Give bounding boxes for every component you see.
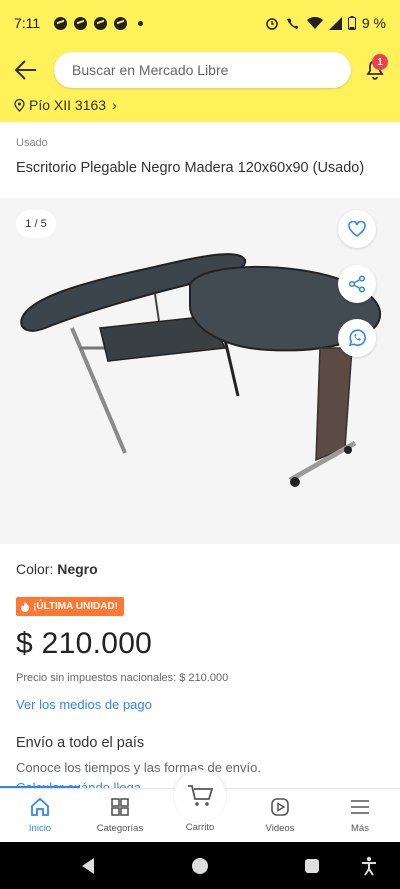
nav-home[interactable]: Inicio <box>0 789 80 843</box>
messenger-icon <box>114 16 128 30</box>
share-button[interactable] <box>338 265 376 303</box>
location-pin-icon <box>14 98 25 112</box>
product-title: Escritorio Plegable Negro Madera 120x60x… <box>16 160 365 176</box>
nav-active-indicator <box>0 786 80 788</box>
color-label: Color: <box>16 561 58 577</box>
alarm-icon <box>266 18 278 30</box>
cart-icon <box>188 785 214 806</box>
shipping-title: Envío a todo el país <box>16 735 145 751</box>
payment-methods-link[interactable]: Ver los medios de pago <box>16 697 152 712</box>
signal-icon <box>328 16 342 30</box>
badge-text: ¡ÚLTIMA UNIDAD! <box>33 601 118 612</box>
system-home-icon[interactable] <box>192 858 208 874</box>
item-condition: Usado <box>16 137 48 149</box>
nav-cart[interactable] <box>174 770 226 822</box>
last-unit-badge: ¡ÚLTIMA UNIDAD! <box>16 597 124 616</box>
search-row: Buscar en Mercado Libre <box>0 52 400 88</box>
more-notifications-dot-icon <box>138 20 144 26</box>
search-input[interactable]: Buscar en Mercado Libre <box>54 52 351 88</box>
favorite-button[interactable] <box>338 210 376 248</box>
nav-videos-label: Videos <box>265 823 295 834</box>
whatsapp-share-button[interactable] <box>338 319 376 357</box>
grid-icon <box>111 798 129 816</box>
home-icon <box>31 797 49 816</box>
battery-icon <box>347 16 356 30</box>
tax-note: Precio sin impuestos nacionales: $ 210.0… <box>16 672 229 684</box>
color-value: Negro <box>57 561 98 577</box>
nav-categories-label: Categorías <box>96 823 144 834</box>
nav-cart-label: Carrito <box>185 822 215 833</box>
nav-home-label: Inicio <box>28 823 52 834</box>
nav-videos[interactable]: Videos <box>240 789 320 843</box>
messenger-icon <box>94 16 108 30</box>
heart-icon <box>348 221 366 237</box>
status-time: 7:11 <box>14 15 41 31</box>
delivery-address[interactable]: Pío XII 3163 › <box>14 97 117 113</box>
address-text: Pío XII 3163 <box>29 97 107 113</box>
wifi-icon <box>306 16 323 29</box>
system-nav-bar <box>0 842 400 889</box>
arrow-left-icon <box>14 60 36 80</box>
system-back-icon[interactable] <box>82 858 94 874</box>
notification-badge: 1 <box>372 54 388 70</box>
battery-percent: 9 % <box>361 15 386 31</box>
system-recents-icon[interactable] <box>305 859 319 873</box>
product-gallery[interactable] <box>0 198 400 544</box>
wifi-call-icon <box>286 18 299 29</box>
video-play-icon <box>271 798 289 816</box>
share-icon <box>348 275 366 293</box>
flame-icon <box>21 601 29 612</box>
nav-more[interactable]: Más <box>320 789 400 843</box>
color-variation: Color: Negro <box>16 561 98 577</box>
nav-more-label: Más <box>351 823 369 834</box>
shipping-subtitle: Conoce los tiempos y las formas de envío… <box>16 760 261 775</box>
back-button[interactable] <box>12 56 42 84</box>
accessibility-icon[interactable] <box>360 856 378 876</box>
messenger-icon <box>74 16 88 30</box>
product-price: $ 210.000 <box>16 627 153 660</box>
status-bar: 7:11 9 % <box>0 0 400 46</box>
nav-categories[interactable]: Categorías <box>80 789 160 843</box>
search-placeholder: Buscar en Mercado Libre <box>72 62 229 78</box>
product-image <box>20 253 382 487</box>
menu-icon <box>351 800 369 814</box>
whatsapp-icon <box>348 329 367 347</box>
gallery-pager: 1 / 5 <box>16 210 56 238</box>
chevron-right-icon: › <box>112 97 117 113</box>
messenger-icon <box>54 16 68 30</box>
